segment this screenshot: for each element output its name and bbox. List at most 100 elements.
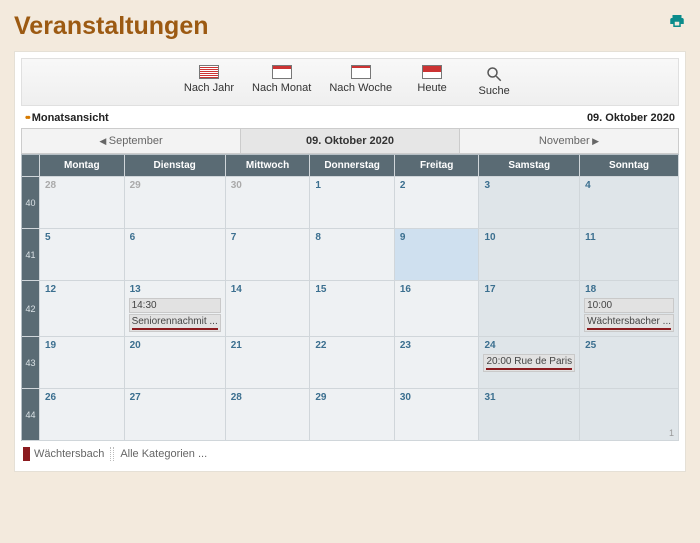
tab-today-label: Heute xyxy=(417,82,446,94)
prev-month-button[interactable]: ◀ September xyxy=(22,129,240,153)
day-cell[interactable]: 16 xyxy=(395,281,480,337)
week-number: 42 xyxy=(22,281,40,337)
day-number: 10 xyxy=(484,232,495,243)
day-number: 11 xyxy=(585,232,596,243)
day-number: 7 xyxy=(231,232,237,243)
event-title[interactable]: Seniorennachmit ... xyxy=(129,314,221,332)
weekday-header: Mittwoch xyxy=(226,155,311,177)
print-icon[interactable] xyxy=(668,12,686,35)
week-number: 41 xyxy=(22,229,40,281)
tab-search[interactable]: Suche xyxy=(468,63,520,99)
day-number: 24 xyxy=(484,340,495,351)
day-number: 5 xyxy=(45,232,51,243)
weekday-header: Dienstag xyxy=(125,155,226,177)
day-cell[interactable]: 12 xyxy=(40,281,125,337)
day-cell[interactable]: 15 xyxy=(310,281,395,337)
legend-all-categories[interactable]: Alle Kategorien ... xyxy=(120,448,207,460)
day-cell[interactable]: 28 xyxy=(40,177,125,229)
event-underline xyxy=(587,328,671,330)
day-cell[interactable]: 7 xyxy=(226,229,311,281)
tab-week-label: Nach Woche xyxy=(329,82,392,94)
day-number: 30 xyxy=(400,392,411,403)
day-cell[interactable]: 20 xyxy=(125,337,226,389)
day-number: 18 xyxy=(585,284,596,295)
day-number: 25 xyxy=(585,340,596,351)
day-cell[interactable]: 26 xyxy=(40,389,125,441)
view-label: Monatsansicht xyxy=(25,112,109,124)
day-number: 1 xyxy=(315,180,321,191)
event-title[interactable]: Wächtersbacher ... xyxy=(584,314,674,332)
event-item[interactable]: 20:00 Rue de Paris xyxy=(483,354,575,372)
week-icon xyxy=(351,65,371,79)
day-cell[interactable]: 6 xyxy=(125,229,226,281)
day-cell[interactable]: 17 xyxy=(479,281,580,337)
overflow-note: 1 xyxy=(669,428,674,438)
day-cell[interactable]: 31 xyxy=(479,389,580,441)
legend-separator xyxy=(110,447,114,461)
day-number: 15 xyxy=(315,284,326,295)
page-title: Veranstaltungen xyxy=(14,12,209,41)
weekday-header: Montag xyxy=(40,155,125,177)
day-cell[interactable]: 3 xyxy=(479,177,580,229)
day-number: 29 xyxy=(130,180,141,191)
day-cell[interactable]: 11 xyxy=(580,229,679,281)
tab-month-label: Nach Monat xyxy=(252,82,311,94)
week-number: 44 xyxy=(22,389,40,441)
day-cell[interactable]: 29 xyxy=(125,177,226,229)
year-icon xyxy=(199,65,219,79)
day-cell[interactable]: 29 xyxy=(310,389,395,441)
day-cell[interactable]: 5 xyxy=(40,229,125,281)
day-cell[interactable]: 1 xyxy=(580,389,679,441)
day-number: 6 xyxy=(130,232,136,243)
current-month-label: 09. Oktober 2020 xyxy=(240,129,460,153)
day-cell[interactable]: 4 xyxy=(580,177,679,229)
day-number: 14 xyxy=(231,284,242,295)
day-cell[interactable]: 23 xyxy=(395,337,480,389)
day-cell[interactable]: 8 xyxy=(310,229,395,281)
day-number: 8 xyxy=(315,232,321,243)
weekday-header: Samstag xyxy=(479,155,580,177)
breadcrumb: Monatsansicht 09. Oktober 2020 xyxy=(21,106,679,128)
day-number: 3 xyxy=(484,180,490,191)
event-time[interactable]: 10:00 xyxy=(584,298,674,313)
day-number: 31 xyxy=(484,392,495,403)
day-cell[interactable]: 2 xyxy=(395,177,480,229)
tab-month[interactable]: Nach Monat xyxy=(248,63,315,99)
day-number: 22 xyxy=(315,340,326,351)
day-number: 9 xyxy=(400,232,406,243)
day-cell[interactable]: 24 20:00 Rue de Paris xyxy=(479,337,580,389)
weekday-header: Sonntag xyxy=(580,155,679,177)
tab-today[interactable]: Heute xyxy=(406,63,458,99)
day-cell[interactable]: 19 xyxy=(40,337,125,389)
prev-month-label: September xyxy=(109,135,163,147)
day-number: 19 xyxy=(45,340,56,351)
day-cell[interactable]: 28 xyxy=(226,389,311,441)
day-number: 16 xyxy=(400,284,411,295)
legend-color-box xyxy=(23,447,30,461)
day-number: 13 xyxy=(130,284,141,295)
day-cell[interactable]: 10 xyxy=(479,229,580,281)
day-cell[interactable]: 30 xyxy=(226,177,311,229)
day-cell[interactable]: 14 xyxy=(226,281,311,337)
legend-category[interactable]: Wächtersbach xyxy=(34,448,104,460)
tab-year[interactable]: Nach Jahr xyxy=(180,63,238,99)
day-number: 30 xyxy=(231,180,242,191)
tab-year-label: Nach Jahr xyxy=(184,82,234,94)
day-number: 23 xyxy=(400,340,411,351)
day-cell[interactable]: 9 xyxy=(395,229,480,281)
day-cell[interactable]: 22 xyxy=(310,337,395,389)
weekday-header: Donnerstag xyxy=(310,155,395,177)
day-number: 4 xyxy=(585,180,591,191)
tab-week[interactable]: Nach Woche xyxy=(325,63,396,99)
day-cell[interactable]: 21 xyxy=(226,337,311,389)
day-cell[interactable]: 30 xyxy=(395,389,480,441)
day-cell[interactable]: 13 14:30Seniorennachmit ... xyxy=(125,281,226,337)
week-number: 43 xyxy=(22,337,40,389)
event-time[interactable]: 14:30 xyxy=(129,298,221,313)
next-month-button[interactable]: November ▶ xyxy=(460,129,678,153)
day-cell[interactable]: 18 10:00Wächtersbacher ... xyxy=(580,281,679,337)
day-cell[interactable]: 27 xyxy=(125,389,226,441)
day-cell[interactable]: 1 xyxy=(310,177,395,229)
day-cell[interactable]: 25 xyxy=(580,337,679,389)
legend: Wächtersbach Alle Kategorien ... xyxy=(21,441,679,463)
